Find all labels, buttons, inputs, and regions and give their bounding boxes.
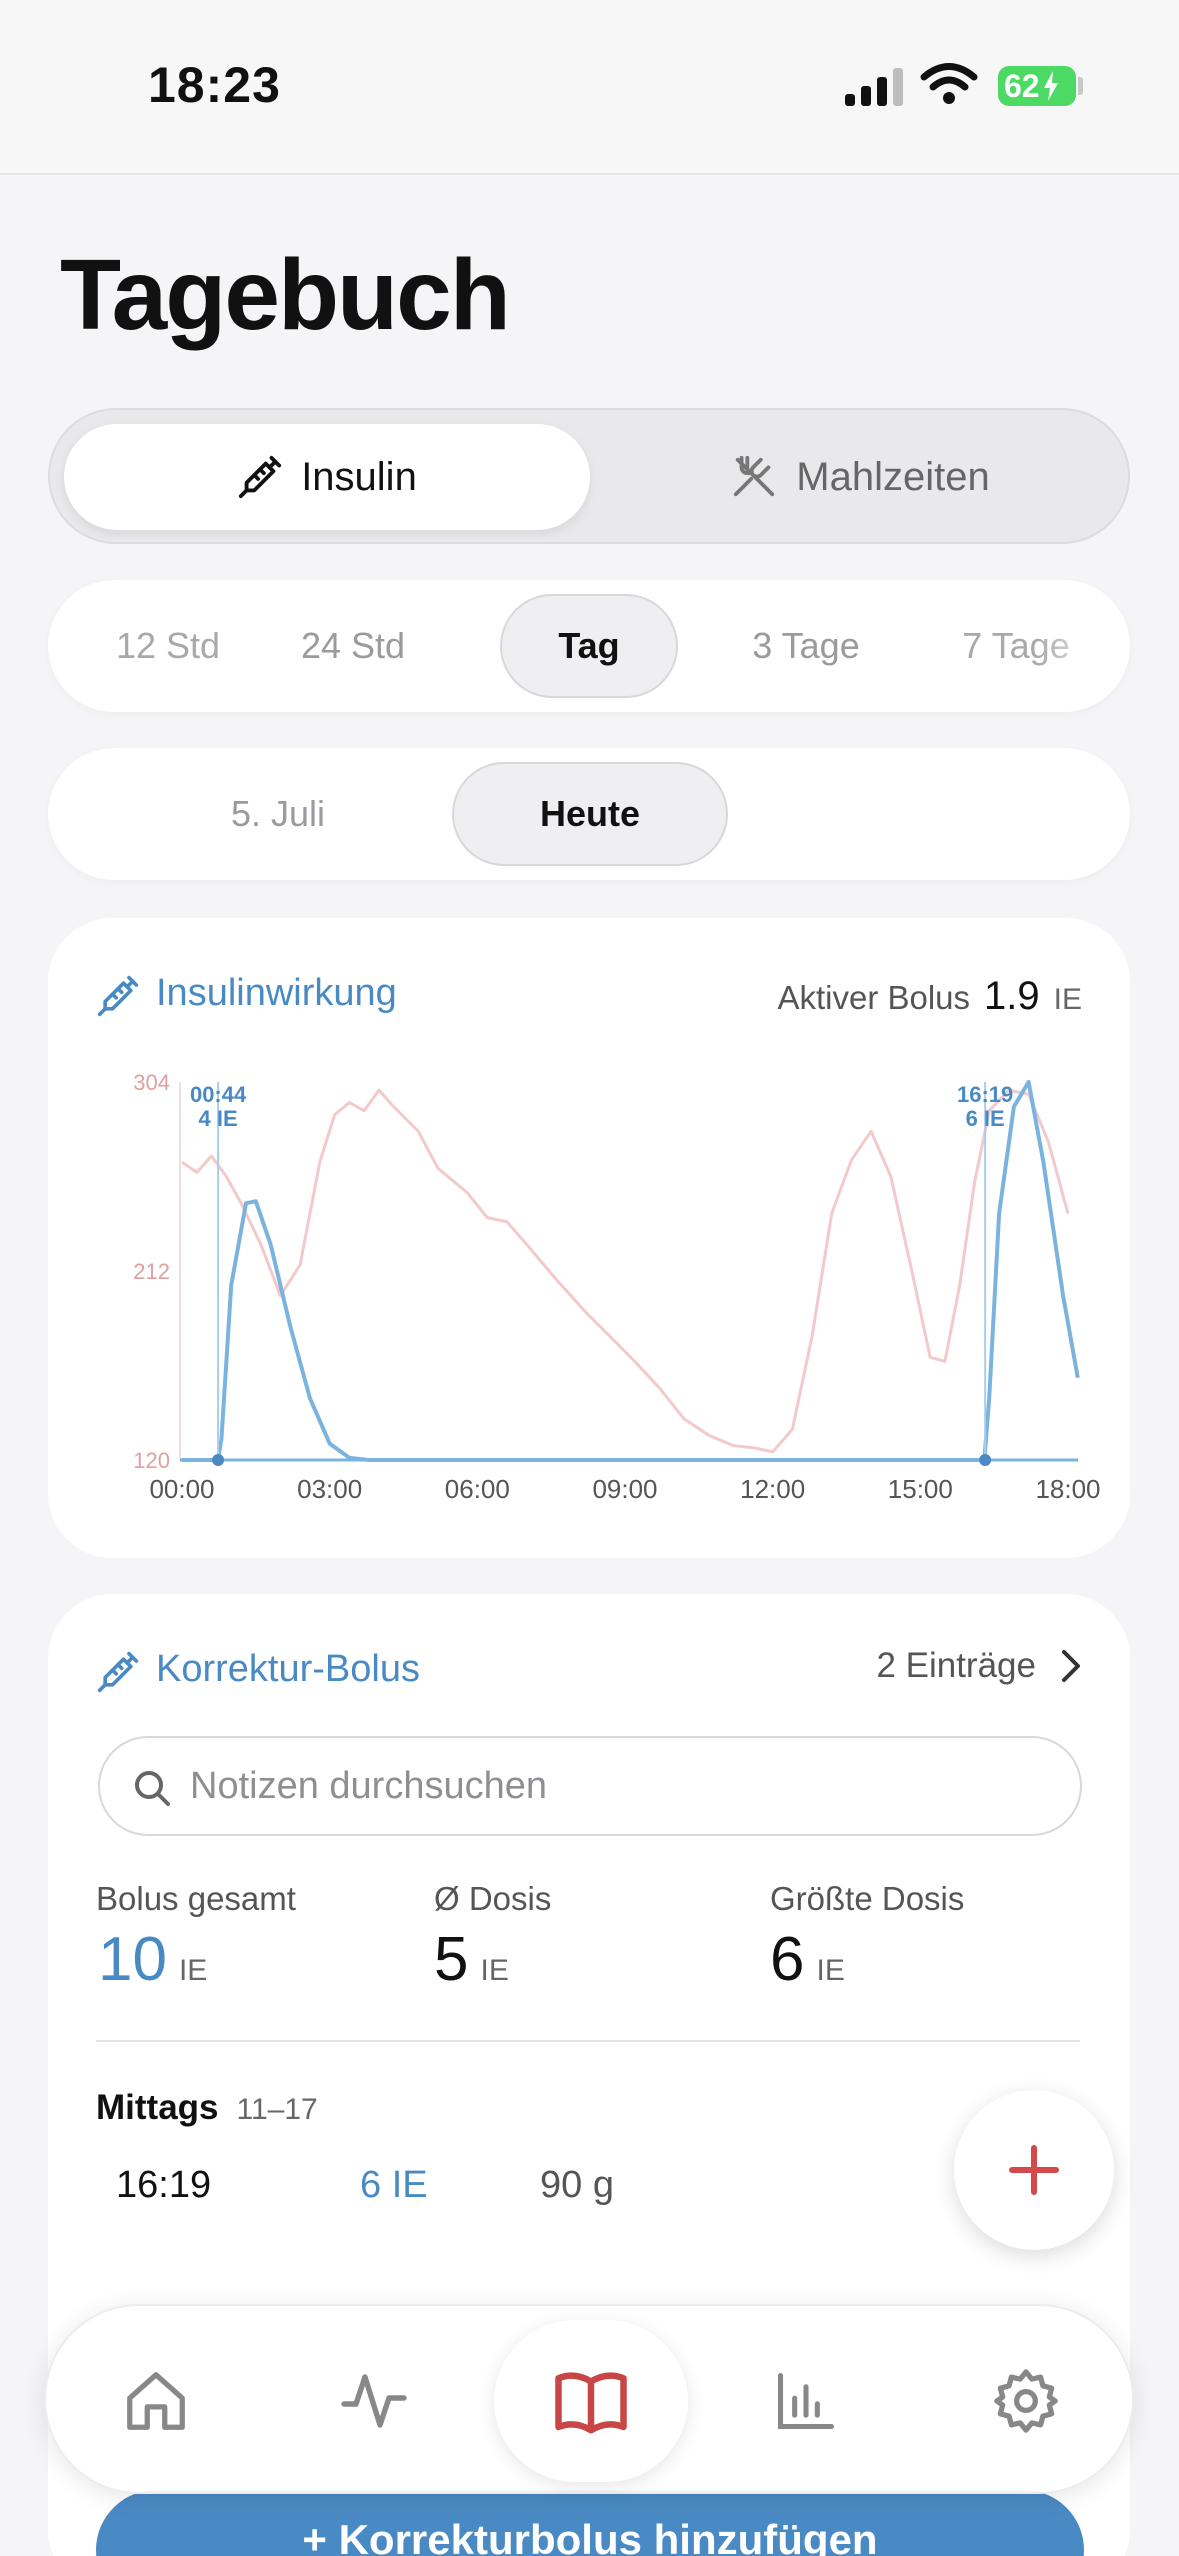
stat-max-number: 6 [770,1925,805,1994]
date-previous[interactable]: 5. Juli [178,762,378,866]
insulin-chart: 304 212 12000:00 03:00 06:00 09:00 12:00 15:00 1… [133,1070,1100,1504]
status-bar: 18:23 62 [0,0,1179,175]
tab-settings[interactable] [966,2341,1086,2461]
cellular-signal-icon [845,68,903,106]
group-range: 11–17 [236,2093,318,2126]
pulse-icon [341,2374,407,2428]
tab-activity[interactable] [314,2341,434,2461]
search-icon [135,1771,170,1806]
range-day[interactable]: Tag [500,594,678,698]
page-title: Tagebuch [60,239,511,351]
syringe-icon [239,455,282,499]
add-correction-bolus-button[interactable]: + Korrekturbolus hinzufügen [96,2490,1084,2556]
range-12h[interactable]: 12 Std [88,594,248,698]
segment-meals-label: Mahlzeiten [796,454,990,499]
plus-icon [1009,2145,1059,2195]
home-icon [127,2372,185,2430]
stat-average-label: Ø Dosis [434,1880,552,1917]
add-entry-button[interactable] [954,2090,1114,2250]
segment-insulin[interactable]: Insulin [64,424,590,530]
date-today[interactable]: Heute [452,762,728,866]
stat-max-value: 6 IE [770,1924,845,1995]
stat-total-value: 10 IE [98,1924,207,1995]
bolus-marker-dose: 4 IE [199,1106,238,1131]
range-selector: 12 Std 24 Std Tag 3 Tage 7 Tage [48,580,1130,712]
range-7-days[interactable]: 7 Tage [916,594,1116,698]
segment-meals[interactable]: Mahlzeiten [606,424,1116,530]
entry-carbs: 90 g [540,2164,614,2206]
stat-total-label: Bolus gesamt [96,1880,296,1917]
charging-bolt-icon [1043,71,1058,101]
tab-bar [44,2304,1134,2494]
battery-indicator: 62 [998,66,1076,106]
entries-count: 2 Einträge [876,1646,1036,1685]
x-tick-label: 12:00 [740,1474,805,1504]
bar-chart-icon [777,2372,835,2430]
stat-total-number: 10 [98,1925,167,1994]
stat-average-number: 5 [434,1925,469,1994]
book-icon [555,2372,627,2434]
x-tick-label: 00:00 [149,1474,214,1504]
y-tick-label: 304 [133,1070,170,1095]
stat-average-value: 5 IE [434,1924,509,1995]
y-tick-label: 212 [133,1259,170,1284]
chevron-right-icon [1062,1650,1080,1682]
table-row[interactable]: 16:19 6 IE 90 g [96,2164,996,2224]
bolus-marker-dose: 6 IE [966,1106,1005,1131]
insulin-series-line [182,1080,1080,1462]
x-tick-label: 03:00 [297,1474,362,1504]
range-24h[interactable]: 24 Std [273,594,433,698]
status-time: 18:23 [148,57,281,113]
entries-link[interactable]: 2 Einträge [876,1646,1082,1686]
x-tick-label: 06:00 [445,1474,510,1504]
x-tick-label: 15:00 [888,1474,953,1504]
search-placeholder: Notizen durchsuchen [190,1764,547,1807]
date-selector: 5. Juli Heute [48,748,1130,880]
bolus-card-title: Korrektur-Bolus [156,1648,420,1690]
stat-average-unit: IE [480,1954,509,1987]
entry-dose: 6 IE [360,2164,428,2206]
y-tick-label: 120 [133,1448,170,1473]
gear-icon [994,2369,1058,2433]
wifi-icon [920,63,978,104]
segment-insulin-label: Insulin [301,454,417,499]
glucose-series-line [181,1088,1070,1454]
insulin-effect-card: Insulinwirkung Aktiver Bolus 1.9 IE 304 2… [48,918,1130,1558]
stat-max-label: Größte Dosis [770,1880,965,1917]
entry-time: 16:19 [116,2164,212,2206]
type-segmented-control: Insulin Mahlzeiten [48,408,1130,544]
tab-home[interactable] [96,2341,216,2461]
notes-search-input[interactable]: Notizen durchsuchen [98,1736,1082,1836]
range-3-days[interactable]: 3 Tage [706,594,906,698]
bolus-marker-time: 16:19 [957,1082,1013,1107]
x-tick-label: 09:00 [592,1474,657,1504]
stat-total-unit: IE [178,1954,208,1987]
stat-max-unit: IE [816,1954,845,1987]
bolus-marker-dot [979,1454,992,1466]
group-name: Mittags [96,2088,219,2127]
battery-level: 62 [1004,67,1040,104]
x-tick-label: 18:00 [1035,1474,1100,1504]
fork-knife-icon [734,455,775,497]
bolus-marker-dot [212,1454,225,1466]
syringe-icon [97,1651,139,1693]
tab-statistics[interactable] [746,2341,866,2461]
group-header: Mittags 11–17 [96,2088,318,2128]
bolus-marker-time: 00:44 [190,1082,247,1107]
battery-tip [1078,77,1083,95]
tab-diary[interactable] [494,2320,688,2482]
divider [96,2040,1080,2042]
